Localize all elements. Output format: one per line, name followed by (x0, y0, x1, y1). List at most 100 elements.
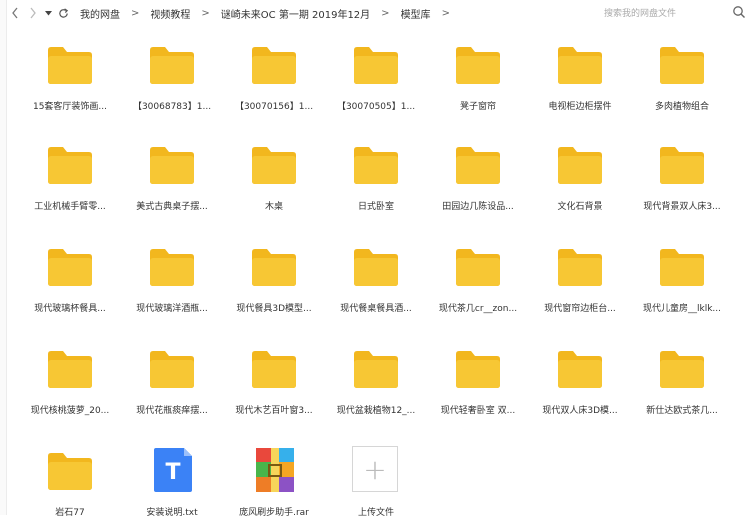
item-label: 现代窗帘边柜台... (544, 304, 616, 314)
forward-button[interactable] (24, 2, 42, 24)
folder-item[interactable]: 现代盆栽植物12_... (326, 336, 426, 430)
breadcrumb-separator-icon: > (441, 7, 450, 19)
folder-item[interactable]: 岩石77 (20, 438, 120, 532)
breadcrumb-separator-icon: > (201, 7, 210, 19)
back-button[interactable] (6, 2, 24, 24)
folder-item[interactable]: 日式卧室 (326, 132, 426, 226)
folder-item[interactable]: 现代花瓶痰痒摆... (122, 336, 222, 430)
folder-item[interactable]: 【30070505】1... (326, 32, 426, 126)
folder-icon (252, 351, 296, 388)
breadcrumb-item[interactable]: 视频教程 (148, 6, 192, 21)
folder-item[interactable]: 现代双人床3D模... (530, 336, 630, 430)
folder-icon (456, 47, 500, 84)
folder-item[interactable]: 文化石背景 (530, 132, 630, 226)
folder-icon (48, 453, 92, 490)
item-label: 工业机械手臂零... (34, 202, 106, 212)
refresh-button[interactable] (54, 2, 72, 24)
folder-item[interactable]: 15套客厅装饰画... (20, 32, 120, 126)
folder-item[interactable]: 【30068783】1... (122, 32, 222, 126)
archive-file-icon (256, 448, 294, 492)
history-dropdown-button[interactable] (42, 2, 54, 24)
folder-icon (660, 147, 704, 184)
folder-item[interactable]: 现代玻璃洋酒瓶... (122, 234, 222, 328)
folder-icon (456, 147, 500, 184)
item-label: 安装说明.txt (146, 508, 198, 518)
folder-item[interactable]: 电视柜边柜摆件 (530, 32, 630, 126)
folder-icon (252, 47, 296, 84)
folder-icon (252, 147, 296, 184)
chevron-right-icon (30, 7, 36, 19)
item-label: 岩石77 (55, 508, 85, 518)
item-label: 凳子窗帘 (459, 102, 496, 112)
folder-icon (558, 47, 602, 84)
item-label: 【30068783】1... (132, 102, 212, 112)
breadcrumb: 我的网盘 > 视频教程 > 谜崎未来OC 第一期 2019年12月 > 模型库 > (78, 6, 459, 21)
refresh-icon (58, 7, 68, 18)
folder-item[interactable]: 现代窗帘边柜台... (530, 234, 630, 328)
svg-text:T: T (165, 460, 180, 485)
search-box[interactable]: 搜索我的网盘文件 (596, 3, 748, 21)
folder-item[interactable]: 现代核桃菠萝_20... (20, 336, 120, 430)
item-label: 现代轻奢卧室 双... (440, 406, 516, 416)
folder-icon (660, 351, 704, 388)
folder-icon (354, 147, 398, 184)
item-label: 现代木艺百叶窗3... (235, 406, 313, 416)
item-label: 现代盆栽植物12_... (336, 406, 416, 416)
plus-icon: + (352, 446, 398, 492)
text-file-icon: T (154, 448, 192, 492)
folder-item[interactable]: 木桌 (224, 132, 324, 226)
folder-icon (150, 351, 194, 388)
folder-item[interactable]: 【30070156】1... (224, 32, 324, 126)
breadcrumb-item[interactable]: 谜崎未来OC 第一期 2019年12月 (219, 6, 372, 21)
chevron-left-icon (12, 7, 18, 19)
folder-item[interactable]: 现代儿童房__lklk... (632, 234, 732, 328)
item-label: 现代餐具3D模型... (236, 304, 312, 314)
breadcrumb-item[interactable]: 我的网盘 (78, 6, 122, 21)
folder-item[interactable]: 现代玻璃杯餐具... (20, 234, 120, 328)
folder-icon (48, 351, 92, 388)
breadcrumb-item[interactable]: 模型库 (399, 6, 433, 21)
folder-item[interactable]: 田园边几陈设品... (428, 132, 528, 226)
folder-item[interactable]: 现代木艺百叶窗3... (224, 336, 324, 430)
file-item-txt[interactable]: T 安装说明.txt (122, 438, 222, 532)
folder-icon (150, 47, 194, 84)
item-label: 田园边几陈设品... (442, 202, 514, 212)
folder-icon (252, 249, 296, 286)
search-icon[interactable] (732, 5, 746, 19)
folder-item[interactable]: 现代轻奢卧室 双... (428, 336, 528, 430)
item-label: 【30070156】1... (234, 102, 314, 112)
item-label: 现代双人床3D模... (542, 406, 618, 416)
folder-icon (150, 147, 194, 184)
item-label: 上传文件 (357, 508, 394, 518)
item-label: 美式古典桌子摆... (136, 202, 208, 212)
item-label: 电视柜边柜摆件 (548, 102, 612, 112)
search-input[interactable]: 搜索我的网盘文件 (604, 6, 732, 19)
folder-item[interactable]: 现代餐桌餐具酒... (326, 234, 426, 328)
folder-item[interactable]: 美式古典桌子摆... (122, 132, 222, 226)
left-edge-strip (0, 0, 7, 515)
folder-item[interactable]: 新仕达欧式茶几... (632, 336, 732, 430)
folder-item[interactable]: 工业机械手臂零... (20, 132, 120, 226)
item-label: 文化石背景 (557, 202, 603, 212)
folder-icon (660, 249, 704, 286)
folder-icon (456, 249, 500, 286)
item-label: 庞风刷步助手.rar (239, 508, 309, 518)
folder-item[interactable]: 多肉植物组合 (632, 32, 732, 126)
upload-file-button[interactable]: + 上传文件 (326, 438, 426, 532)
folder-item[interactable]: 现代背景双人床3... (632, 132, 732, 226)
folder-icon (150, 249, 194, 286)
folder-item[interactable]: 现代餐具3D模型... (224, 234, 324, 328)
caret-down-icon (44, 10, 52, 15)
item-label: 【30070505】1... (336, 102, 416, 112)
item-label: 木桌 (264, 202, 283, 212)
item-label: 现代玻璃杯餐具... (34, 304, 106, 314)
item-label: 15套客厅装饰画... (32, 102, 108, 112)
file-item-rar[interactable]: 庞风刷步助手.rar (224, 438, 324, 532)
breadcrumb-separator-icon: > (381, 7, 390, 19)
item-label: 现代花瓶痰痒摆... (136, 406, 208, 416)
folder-item[interactable]: 凳子窗帘 (428, 32, 528, 126)
item-label: 现代背景双人床3... (643, 202, 721, 212)
item-label: 多肉植物组合 (654, 102, 709, 112)
folder-icon (48, 249, 92, 286)
folder-item[interactable]: 现代茶几cr__zon... (428, 234, 528, 328)
